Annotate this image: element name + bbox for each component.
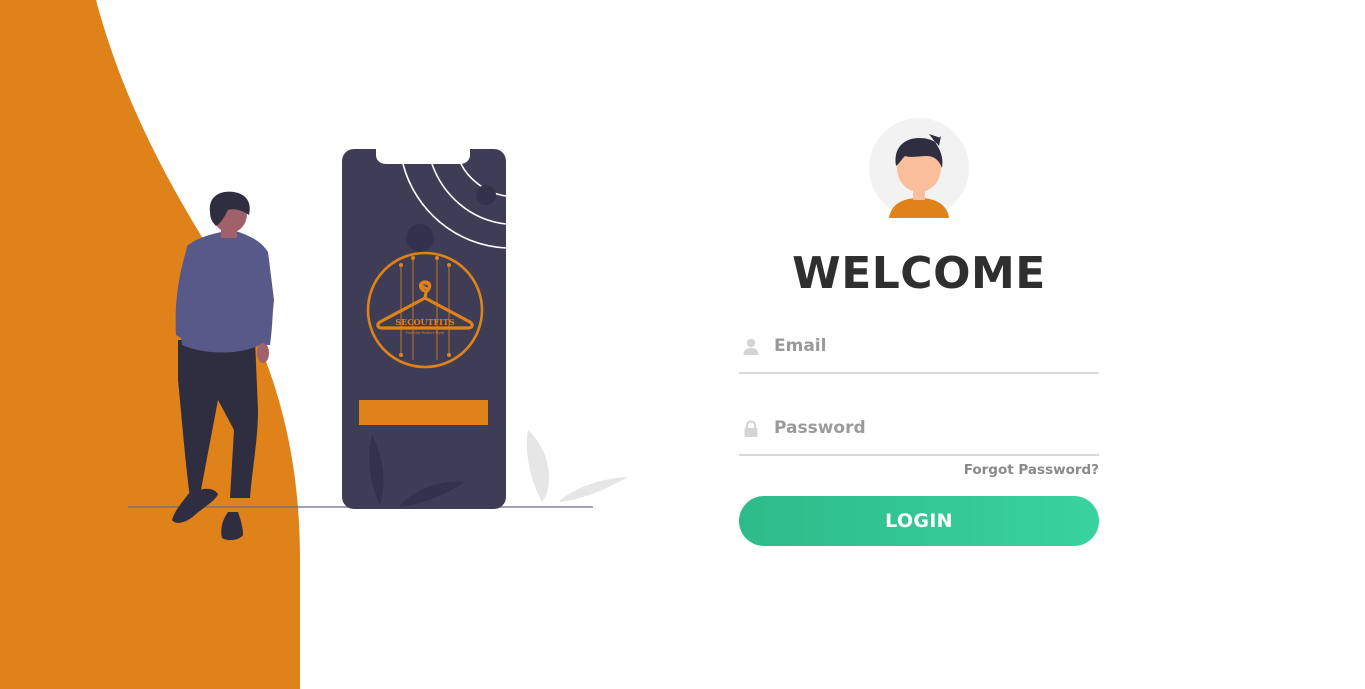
phone-orange-bar: [359, 400, 488, 425]
plant-leaf: [526, 430, 550, 502]
lock-icon: [744, 420, 758, 437]
logo-brand-text: SECOUTFITS: [395, 317, 455, 327]
plant-leaf: [560, 477, 628, 502]
phone-illustration: $ SECOUTFITS Find the Perfect Style: [128, 149, 628, 541]
page-title: WELCOME: [792, 248, 1046, 299]
login-button[interactable]: LOGIN: [739, 496, 1099, 546]
man-figure: [172, 191, 274, 541]
user-icon: [743, 338, 759, 355]
user-avatar-icon: [869, 118, 969, 218]
logo-tagline: Find the Perfect Style: [406, 331, 445, 335]
password-field-group: [739, 406, 1099, 456]
email-input[interactable]: [774, 330, 1084, 362]
email-field-group: [739, 324, 1099, 374]
login-form: WELCOME Forgot Password? LOGIN: [739, 118, 1099, 546]
phone-notch: [376, 149, 470, 164]
password-input[interactable]: [774, 412, 1084, 444]
login-page: $ SECOUTFITS Find the Perfect Style WELC…: [0, 0, 1365, 689]
forgot-password-link[interactable]: Forgot Password?: [739, 462, 1099, 478]
logo-dollar-mark: $: [420, 281, 429, 296]
